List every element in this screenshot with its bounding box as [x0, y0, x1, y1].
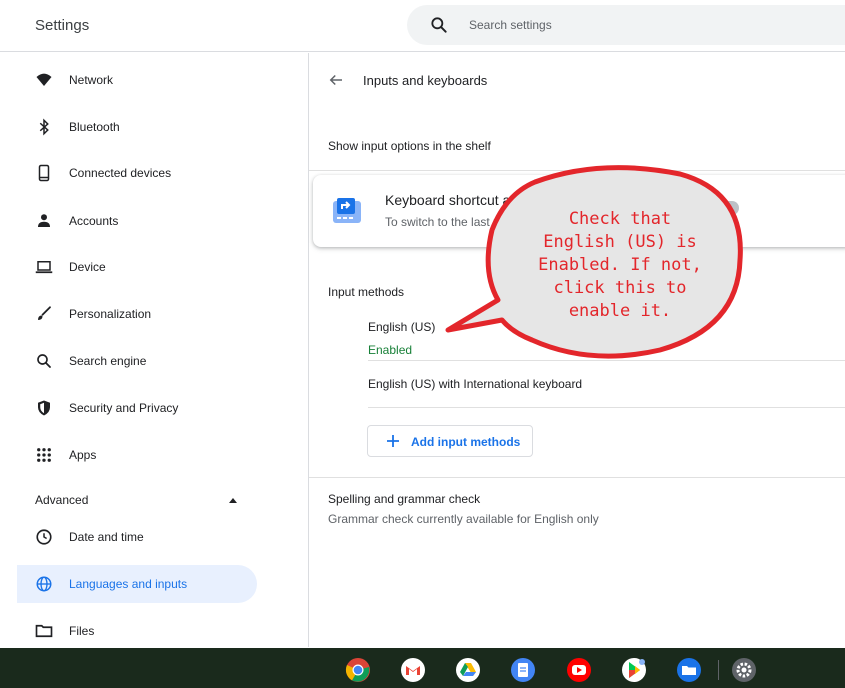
sidebar-item-label: Security and Privacy [69, 401, 179, 415]
sidebar-item-label: Accounts [69, 214, 119, 228]
spelling-title[interactable]: Spelling and grammar check [328, 492, 480, 506]
divider [309, 477, 845, 478]
globe-icon [36, 576, 52, 592]
sidebar-item-personalization[interactable]: Personalization [17, 295, 257, 333]
page-title: Inputs and keyboards [363, 73, 488, 88]
sidebar-item-accounts[interactable]: Accounts [17, 202, 257, 240]
shelf-divider [718, 660, 719, 680]
divider [368, 407, 845, 408]
shelf-option-row[interactable]: Show input options in the shelf [328, 139, 491, 153]
sidebar-item-security-and-privacy[interactable]: Security and Privacy [17, 389, 257, 427]
sidebar-item-bluetooth[interactable]: Bluetooth [17, 108, 257, 146]
sidebar-item-label: Languages and inputs [69, 577, 188, 591]
apps-grid-icon [37, 448, 51, 462]
sidebar-item-network[interactable]: Network [17, 61, 257, 99]
search-icon [431, 17, 447, 33]
add-input-methods-label: Add input methods [411, 435, 521, 449]
docs-icon[interactable] [510, 657, 536, 683]
wifi-icon [36, 73, 52, 86]
annotation-line: Enabled. If not, [538, 255, 702, 275]
plus-icon [387, 435, 399, 447]
back-arrow-icon[interactable] [327, 71, 345, 89]
annotation-line: click this to [553, 278, 687, 298]
input-method-english-us-international[interactable]: English (US) with International keyboard [368, 377, 582, 391]
gmail-icon[interactable] [400, 657, 426, 683]
sidebar-item-label: Files [69, 624, 95, 638]
phone-icon [38, 164, 50, 182]
files-icon[interactable] [676, 657, 702, 683]
spelling-subtitle: Grammar check currently available for En… [328, 512, 599, 526]
search-icon [37, 354, 51, 368]
input-methods-heading: Input methods [328, 285, 405, 299]
app-title: Settings [35, 17, 90, 34]
input-method-status: Enabled [368, 343, 413, 357]
search-placeholder: Search settings [469, 18, 552, 32]
annotation-line: English (US) is [543, 232, 697, 252]
keyboard-switch-icon [333, 198, 361, 223]
sidebar-item-date-and-time[interactable]: Date and time [17, 518, 257, 556]
laptop-icon [35, 261, 53, 274]
advanced-label: Advanced [35, 493, 89, 507]
sidebar-item-label: Device [69, 260, 106, 274]
caret-up-icon [229, 498, 237, 503]
search-input[interactable]: Search settings [407, 5, 845, 45]
sidebar-item-label: Search engine [69, 354, 147, 368]
input-method-english-us[interactable]: English (US) [368, 320, 435, 334]
sidebar-item-files[interactable]: Files [17, 612, 257, 650]
drive-icon[interactable] [455, 657, 481, 683]
sidebar: Network Bluetooth Connected devices Acco… [0, 53, 308, 647]
sidebar-item-label: Personalization [69, 307, 152, 321]
shelf-taskbar [0, 648, 845, 688]
brush-icon [38, 306, 51, 320]
annotation-text: Check that English (US) is Enabled. If n… [524, 208, 716, 323]
advanced-toggle[interactable]: Advanced [17, 481, 257, 519]
bluetooth-icon [39, 118, 49, 136]
sidebar-item-apps[interactable]: Apps [17, 436, 257, 474]
add-input-methods-button[interactable]: Add input methods [367, 425, 533, 457]
person-icon [38, 214, 50, 227]
chrome-icon[interactable] [345, 657, 371, 683]
sidebar-item-search-engine[interactable]: Search engine [17, 342, 257, 380]
clock-icon [36, 529, 52, 545]
sidebar-item-label: Apps [69, 448, 97, 462]
folder-icon [35, 624, 53, 638]
sidebar-item-label: Network [69, 73, 114, 87]
header-bar: Settings Search settings [0, 0, 845, 52]
settings-icon[interactable] [731, 657, 757, 683]
sidebar-item-languages-and-inputs[interactable]: Languages and inputs [17, 565, 257, 603]
youtube-icon[interactable] [566, 657, 592, 683]
sidebar-item-label: Connected devices [69, 166, 172, 180]
sidebar-item-label: Date and time [69, 530, 144, 544]
play-store-icon[interactable] [621, 657, 647, 683]
sidebar-item-connected-devices[interactable]: Connected devices [17, 154, 257, 192]
annotation-line: Check that [568, 209, 672, 229]
sidebar-item-label: Bluetooth [69, 120, 120, 134]
shield-icon [38, 400, 50, 416]
annotation-line: enable it. [568, 301, 672, 321]
sidebar-item-device[interactable]: Device [17, 248, 257, 286]
